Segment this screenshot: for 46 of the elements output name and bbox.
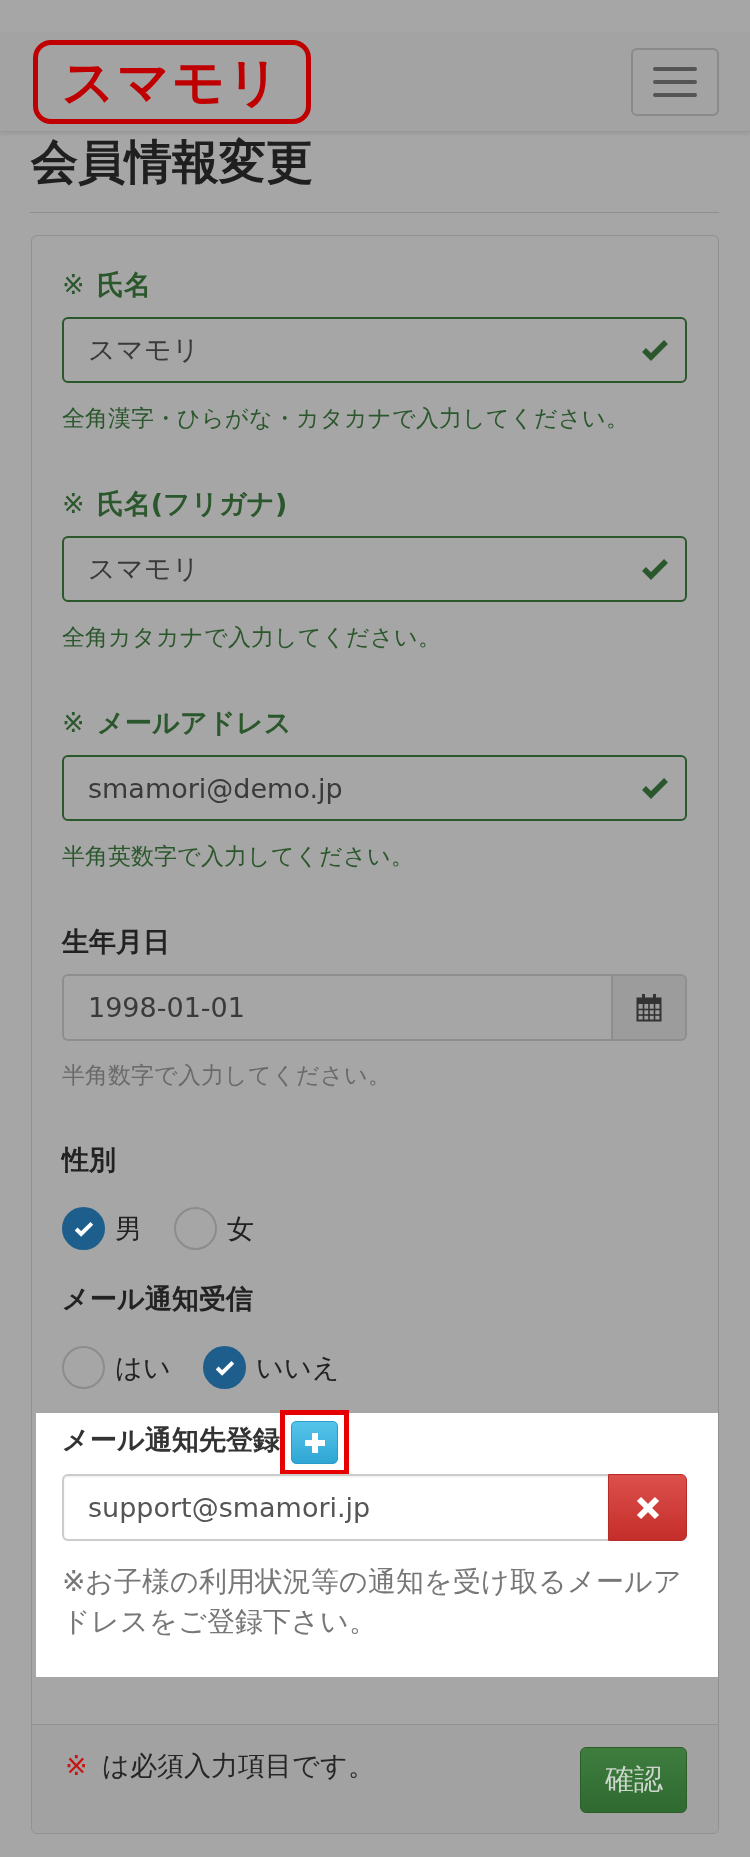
radio-button[interactable] <box>62 1207 105 1250</box>
radio-label[interactable]: はい <box>115 1348 171 1387</box>
note-text: ※お子様の利用状況等の通知を受け取るメールアドレスをご登録下さい。 <box>62 1564 684 1640</box>
field-label: 氏名 <box>96 268 151 302</box>
radio-button[interactable] <box>174 1207 217 1250</box>
help-text: 半角英数字で入力してください。 <box>62 842 415 871</box>
check-icon <box>641 338 669 362</box>
field-label: メール通知先登録 <box>62 1423 280 1457</box>
help-text: 全角カタカナで入力してください。 <box>62 623 442 652</box>
field-label: 氏名(フリガナ) <box>96 487 288 521</box>
delete-button[interactable] <box>608 1474 687 1541</box>
check-icon <box>641 776 669 800</box>
radio-label[interactable]: いいえ <box>256 1348 340 1387</box>
calendar-icon <box>636 993 662 1022</box>
radio-button[interactable] <box>203 1346 246 1389</box>
radio-label[interactable]: 女 <box>227 1209 254 1248</box>
field-label: 性別 <box>62 1143 116 1177</box>
required-mark: ※ <box>62 268 85 302</box>
menu-icon <box>653 66 697 97</box>
add-button[interactable] <box>291 1421 338 1464</box>
help-text: 全角漢字・ひらがな・カタカナで入力してください。 <box>62 404 630 433</box>
confirm-button[interactable]: 確認 <box>580 1747 687 1813</box>
help-text: 半角数字で入力してください。 <box>62 1061 392 1090</box>
date-field[interactable]: 1998-01-01 <box>62 974 611 1041</box>
email-field[interactable]: support@smamori.jp <box>62 1474 608 1541</box>
required-mark: ※ <box>65 1749 88 1783</box>
plus-icon <box>304 1432 325 1453</box>
field-label: メールアドレス <box>96 706 292 740</box>
required-mark: ※ <box>62 706 85 740</box>
radio-button[interactable] <box>62 1346 105 1389</box>
check-icon <box>641 557 669 581</box>
page-title: 会員情報変更 <box>31 134 314 190</box>
check-icon <box>214 1359 235 1376</box>
footer-note: は必須入力項目です。 <box>101 1749 375 1783</box>
radio-label[interactable]: 男 <box>115 1209 142 1248</box>
field-label: 生年月日 <box>62 925 170 959</box>
text-field[interactable]: smamori@demo.jp <box>62 755 687 821</box>
required-mark: ※ <box>62 487 85 521</box>
field-label: メール通知受信 <box>62 1282 253 1316</box>
text-field[interactable]: スマモリ <box>62 536 687 602</box>
check-icon <box>73 1220 94 1237</box>
text-field[interactable]: スマモリ <box>62 317 687 383</box>
menu-button[interactable] <box>631 47 719 116</box>
close-icon <box>635 1495 660 1520</box>
logo[interactable]: スマモリ <box>33 39 311 124</box>
calendar-button[interactable] <box>611 974 687 1041</box>
